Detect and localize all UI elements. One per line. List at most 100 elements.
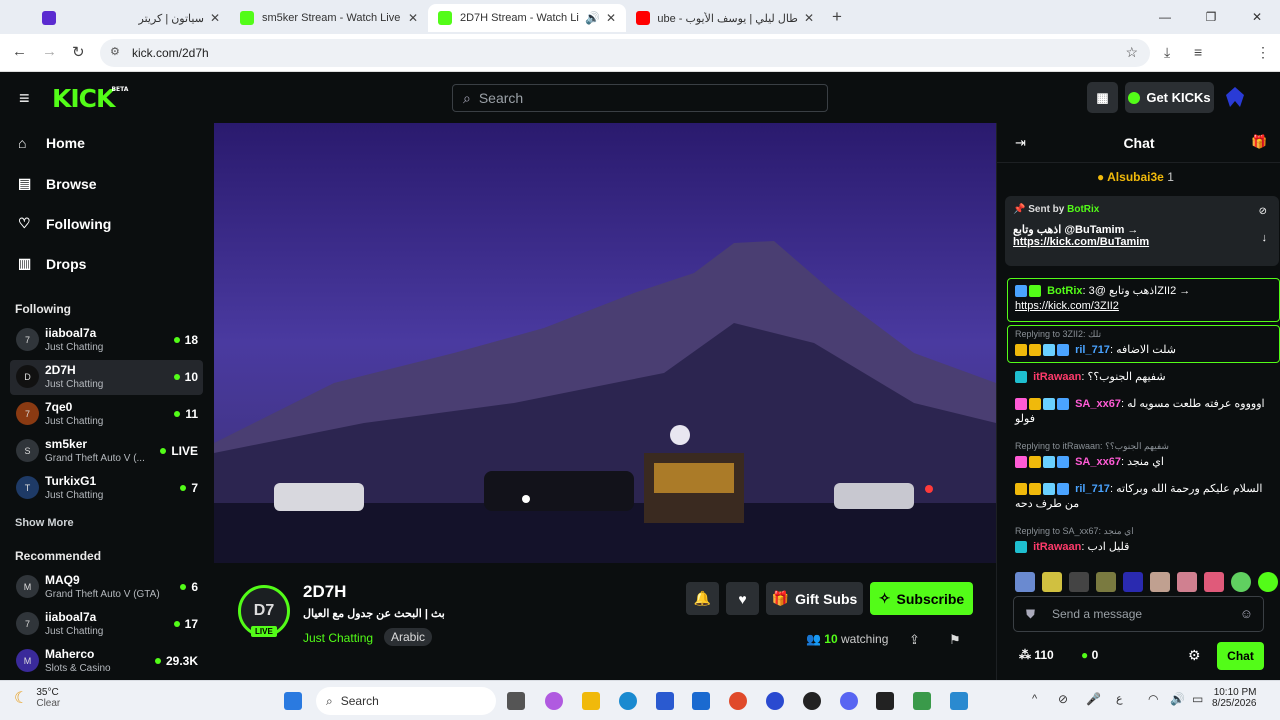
- emote-icon[interactable]: [1177, 572, 1197, 592]
- close-tab-icon[interactable]: ✕: [804, 11, 814, 25]
- following-channel-iiaboal7a[interactable]: 7 iiaboal7a Just Chatting 18: [10, 323, 203, 358]
- steam-icon[interactable]: [803, 692, 821, 710]
- top-gifter[interactable]: ● Alsubai3e 1: [1097, 170, 1174, 184]
- share-icon[interactable]: ⇪: [909, 632, 920, 648]
- tray-chevron-icon[interactable]: ^: [1032, 693, 1037, 705]
- task-view-icon[interactable]: [507, 692, 525, 710]
- input-language-icon[interactable]: ع: [1116, 692, 1123, 705]
- epic-games-icon[interactable]: [876, 692, 894, 710]
- site-info-icon[interactable]: ⚙: [110, 45, 120, 58]
- gift-icon[interactable]: 🎁: [1251, 134, 1267, 150]
- video-player[interactable]: [214, 123, 996, 563]
- media-control-icon[interactable]: ≡: [1194, 44, 1202, 60]
- close-tab-icon[interactable]: ✕: [408, 11, 418, 25]
- volume-icon[interactable]: 🔊: [1170, 692, 1185, 706]
- nav-following[interactable]: ♡ Following: [18, 215, 111, 232]
- tray-app-icon[interactable]: ⊘: [1058, 692, 1068, 706]
- chrome-icon[interactable]: [729, 692, 747, 710]
- speaker-icon[interactable]: 🔊: [585, 11, 600, 25]
- new-tab-button[interactable]: +: [832, 7, 842, 27]
- get-kicks-button[interactable]: Get KICKs: [1125, 82, 1214, 113]
- chat-send-button[interactable]: Chat: [1217, 642, 1264, 670]
- streamer-name[interactable]: 2D7H: [303, 582, 346, 602]
- battery-icon[interactable]: ▭: [1192, 692, 1203, 706]
- hamburger-menu-icon[interactable]: ≡: [19, 88, 30, 109]
- close-tab-icon[interactable]: ✕: [210, 11, 220, 25]
- minimize-icon[interactable]: —: [1142, 10, 1188, 24]
- emote-icon[interactable]: [1096, 572, 1116, 592]
- language-tag[interactable]: Arabic: [384, 628, 433, 646]
- windows-start-icon[interactable]: [284, 692, 302, 710]
- hide-pinned-icon[interactable]: ⊘: [1259, 206, 1267, 217]
- following-channel-sm5ker[interactable]: S sm5ker Grand Theft Auto V (... LIVE: [10, 434, 203, 469]
- pinned-link[interactable]: https://kick.com/BuTamim: [1013, 236, 1271, 248]
- maximize-icon[interactable]: ❐: [1188, 10, 1234, 24]
- file-explorer-icon[interactable]: [582, 692, 600, 710]
- following-channel-2d7h[interactable]: D 2D7H Just Chatting 10: [10, 360, 203, 395]
- nav-browse[interactable]: ▤ Browse: [18, 175, 97, 192]
- recommended-channel-iiaboal7a[interactable]: 7 iiaboal7a Just Chatting 17: [10, 607, 203, 642]
- expand-pinned-icon[interactable]: ↓: [1262, 232, 1268, 244]
- gift-subs-button[interactable]: 🎁 Gift Subs: [766, 582, 863, 615]
- browser-tab-1[interactable]: سياتون | كريتر ✕: [32, 4, 230, 32]
- discord-icon[interactable]: [840, 692, 858, 710]
- microphone-icon[interactable]: 🎤: [1086, 692, 1101, 706]
- kicks-balance[interactable]: ● 0: [1081, 648, 1098, 662]
- app-icon[interactable]: [950, 692, 968, 710]
- edge-icon[interactable]: [619, 692, 637, 710]
- emote-icon[interactable]: [1042, 572, 1062, 592]
- close-tab-icon[interactable]: ✕: [606, 11, 616, 25]
- browser-tab-3-active[interactable]: 2D7H Stream - Watch Live o 🔊 ✕: [428, 4, 626, 32]
- bookmark-star-icon[interactable]: ☆: [1125, 44, 1138, 61]
- weather-widget[interactable]: ☾ 35°C Clear: [14, 687, 60, 709]
- following-channel-turkixg1[interactable]: T TurkixG1 Just Chatting 7: [10, 471, 203, 506]
- notification-bell-button[interactable]: 🔔: [686, 582, 719, 615]
- recommended-channel-maherco[interactable]: M Maherco Slots & Casino 29.3K: [10, 644, 203, 679]
- chat-settings-gear-icon[interactable]: ⚙: [1188, 647, 1201, 664]
- search-input[interactable]: [478, 90, 799, 106]
- store-icon[interactable]: [656, 692, 674, 710]
- menu-kebab-icon[interactable]: ⋮: [1256, 44, 1270, 61]
- download-icon[interactable]: ⤓: [1164, 44, 1170, 61]
- emote-icon[interactable]: [1231, 572, 1251, 592]
- recommended-channel-maq9[interactable]: M MAQ9 Grand Theft Auto V (GTA) 6: [10, 570, 203, 605]
- reload-icon[interactable]: ↻: [72, 43, 85, 61]
- emote-icon[interactable]: [1258, 572, 1278, 592]
- stream-category-link[interactable]: Just Chatting: [303, 631, 373, 645]
- subscribe-button[interactable]: ✧ Subscribe: [870, 582, 973, 615]
- user-avatar[interactable]: [1224, 85, 1246, 109]
- emote-icon[interactable]: [1123, 572, 1143, 592]
- forward-icon[interactable]: →: [42, 43, 57, 60]
- chat-message-input[interactable]: [1052, 607, 1222, 621]
- chat-message: SA_xx67: اووووه عرفته طلعت مسويه له فولو: [1015, 398, 1265, 425]
- wifi-icon[interactable]: ◠: [1148, 692, 1158, 706]
- emote-icon[interactable]: [1150, 572, 1170, 592]
- shield-icon[interactable]: ⛊: [1026, 607, 1035, 622]
- url-field[interactable]: ⚙ kick.com/2d7h ☆: [100, 39, 1150, 67]
- browser-tab-2[interactable]: sm5ker Stream - Watch Live on ✕: [230, 4, 428, 32]
- emote-icon[interactable]: [1069, 572, 1089, 592]
- clock[interactable]: 10:10 PM 8/25/2026: [1212, 687, 1257, 709]
- nav-home[interactable]: ⌂ Home: [18, 135, 85, 151]
- follow-heart-button[interactable]: ♥: [726, 582, 759, 615]
- browser-tab-4[interactable]: طال ليلي | يوسف الأيوب - YouTube ✕: [626, 4, 824, 32]
- taskbar-search[interactable]: ⌕ Search: [316, 687, 496, 715]
- outlook-icon[interactable]: [692, 692, 710, 710]
- emote-icon[interactable]: [1204, 572, 1224, 592]
- show-more-link[interactable]: Show More: [15, 517, 74, 529]
- game-app-icon[interactable]: [913, 692, 931, 710]
- theater-mode-button[interactable]: ▦: [1087, 82, 1118, 113]
- kick-logo[interactable]: KICK BETA: [52, 84, 128, 113]
- back-icon[interactable]: ←: [12, 43, 27, 60]
- ea-icon[interactable]: [766, 692, 784, 710]
- copilot-icon[interactable]: [545, 692, 563, 710]
- nav-drops[interactable]: ▥ Drops: [18, 255, 86, 272]
- more-options-icon[interactable]: ⚑: [949, 632, 961, 648]
- chat-input-box[interactable]: ⛊ ☺: [1013, 596, 1264, 632]
- following-channel-7qe0[interactable]: 7 7qe0 Just Chatting 11: [10, 397, 203, 432]
- emote-icon[interactable]: [1015, 572, 1035, 592]
- emoji-icon[interactable]: ☺: [1240, 606, 1253, 621]
- channel-points[interactable]: ⁂ 110: [1019, 648, 1054, 662]
- search-bar[interactable]: ⌕: [452, 84, 828, 112]
- close-window-icon[interactable]: ✕: [1234, 10, 1280, 24]
